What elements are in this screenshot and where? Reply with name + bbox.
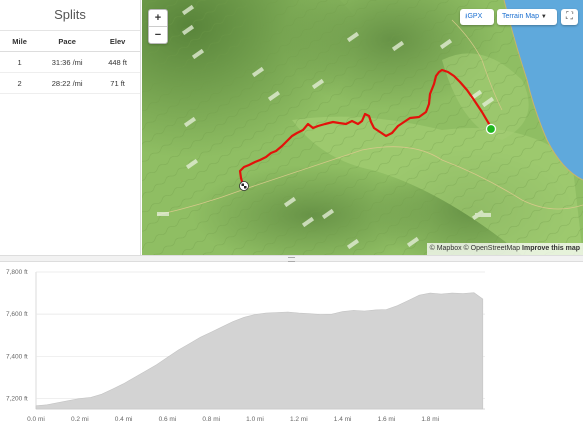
improve-map-link[interactable]: Improve this map [522,245,580,252]
split-elev: 71 ft [95,72,140,94]
x-tick-label: 1.0 mi [246,416,264,423]
zoom-controls: + − [148,9,168,44]
y-tick-label: 7,800 ft [6,269,28,276]
start-marker[interactable] [485,123,497,135]
route-map[interactable]: + − ⭳GPX Terrain Map ▼ ⛶ © Mapbox © Open… [142,0,583,255]
gpx-label: GPX [467,13,483,20]
x-tick-label: 1.2 mi [290,416,308,423]
resize-divider[interactable] [0,255,583,262]
map-type-dropdown[interactable]: Terrain Map ▼ [497,9,557,25]
x-tick-label: 0.0 mi [27,416,45,423]
x-tick-label: 1.6 mi [378,416,396,423]
x-tick-label: 1.8 mi [421,416,439,423]
y-tick-label: 7,400 ft [6,353,28,360]
y-axis: 7,800 ft 7,600 ft 7,400 ft 7,200 ft [6,269,28,402]
table-row: 2 28:22 /mi 71 ft [0,72,140,94]
x-tick-label: 0.8 mi [202,416,220,423]
terrain-map-canvas[interactable] [142,0,583,255]
fullscreen-button[interactable]: ⛶ [561,9,578,25]
map-attribution: © Mapbox © OpenStreetMap Improve this ma… [426,243,583,255]
pace-column-header: Pace [39,31,96,52]
split-elev: 448 ft [95,51,140,73]
x-tick-label: 0.2 mi [71,416,89,423]
attribution-text[interactable]: © Mapbox © OpenStreetMap [430,245,520,252]
finish-flag-icon[interactable] [239,181,249,191]
caret-down-icon: ▼ [540,14,547,20]
mile-column-header: Mile [0,31,40,52]
x-tick-label: 0.6 mi [159,416,177,423]
zoom-out-button[interactable]: − [149,27,167,43]
split-mile: 2 [0,72,40,94]
elevation-chart[interactable]: 7,800 ft7,600 ft7,400 ft7,200 ft 0.0 mi 0… [0,262,583,431]
x-tick-label: 1.4 mi [334,416,352,423]
fullscreen-icon: ⛶ [566,11,573,22]
elevation-area [35,292,484,410]
split-pace: 28:22 /mi [39,72,96,94]
gpx-download-button[interactable]: ⭳GPX [460,9,494,25]
x-axis: 0.0 mi 0.2 mi 0.4 mi 0.6 mi 0.8 mi 1.0 mi 1.2 … [27,416,439,423]
y-tick-label: 7,600 ft [6,311,28,318]
splits-panel: Splits Mile Pace Elev 1 31:36 /mi 448 ft… [0,0,141,255]
split-mile: 1 [0,51,40,73]
split-pace: 31:36 /mi [39,51,96,73]
x-tick-label: 0.4 mi [115,416,133,423]
table-row: 1 31:36 /mi 448 ft [0,51,140,73]
y-tick-label: 7,200 ft [6,395,28,402]
splits-table: Mile Pace Elev 1 31:36 /mi 448 ft 2 28:2… [0,31,140,94]
map-type-label: Terrain Map [502,13,539,20]
splits-header-row: Mile Pace Elev [0,31,140,52]
elev-column-header: Elev [95,31,140,52]
splits-title: Splits [0,0,140,31]
zoom-in-button[interactable]: + [149,10,167,27]
